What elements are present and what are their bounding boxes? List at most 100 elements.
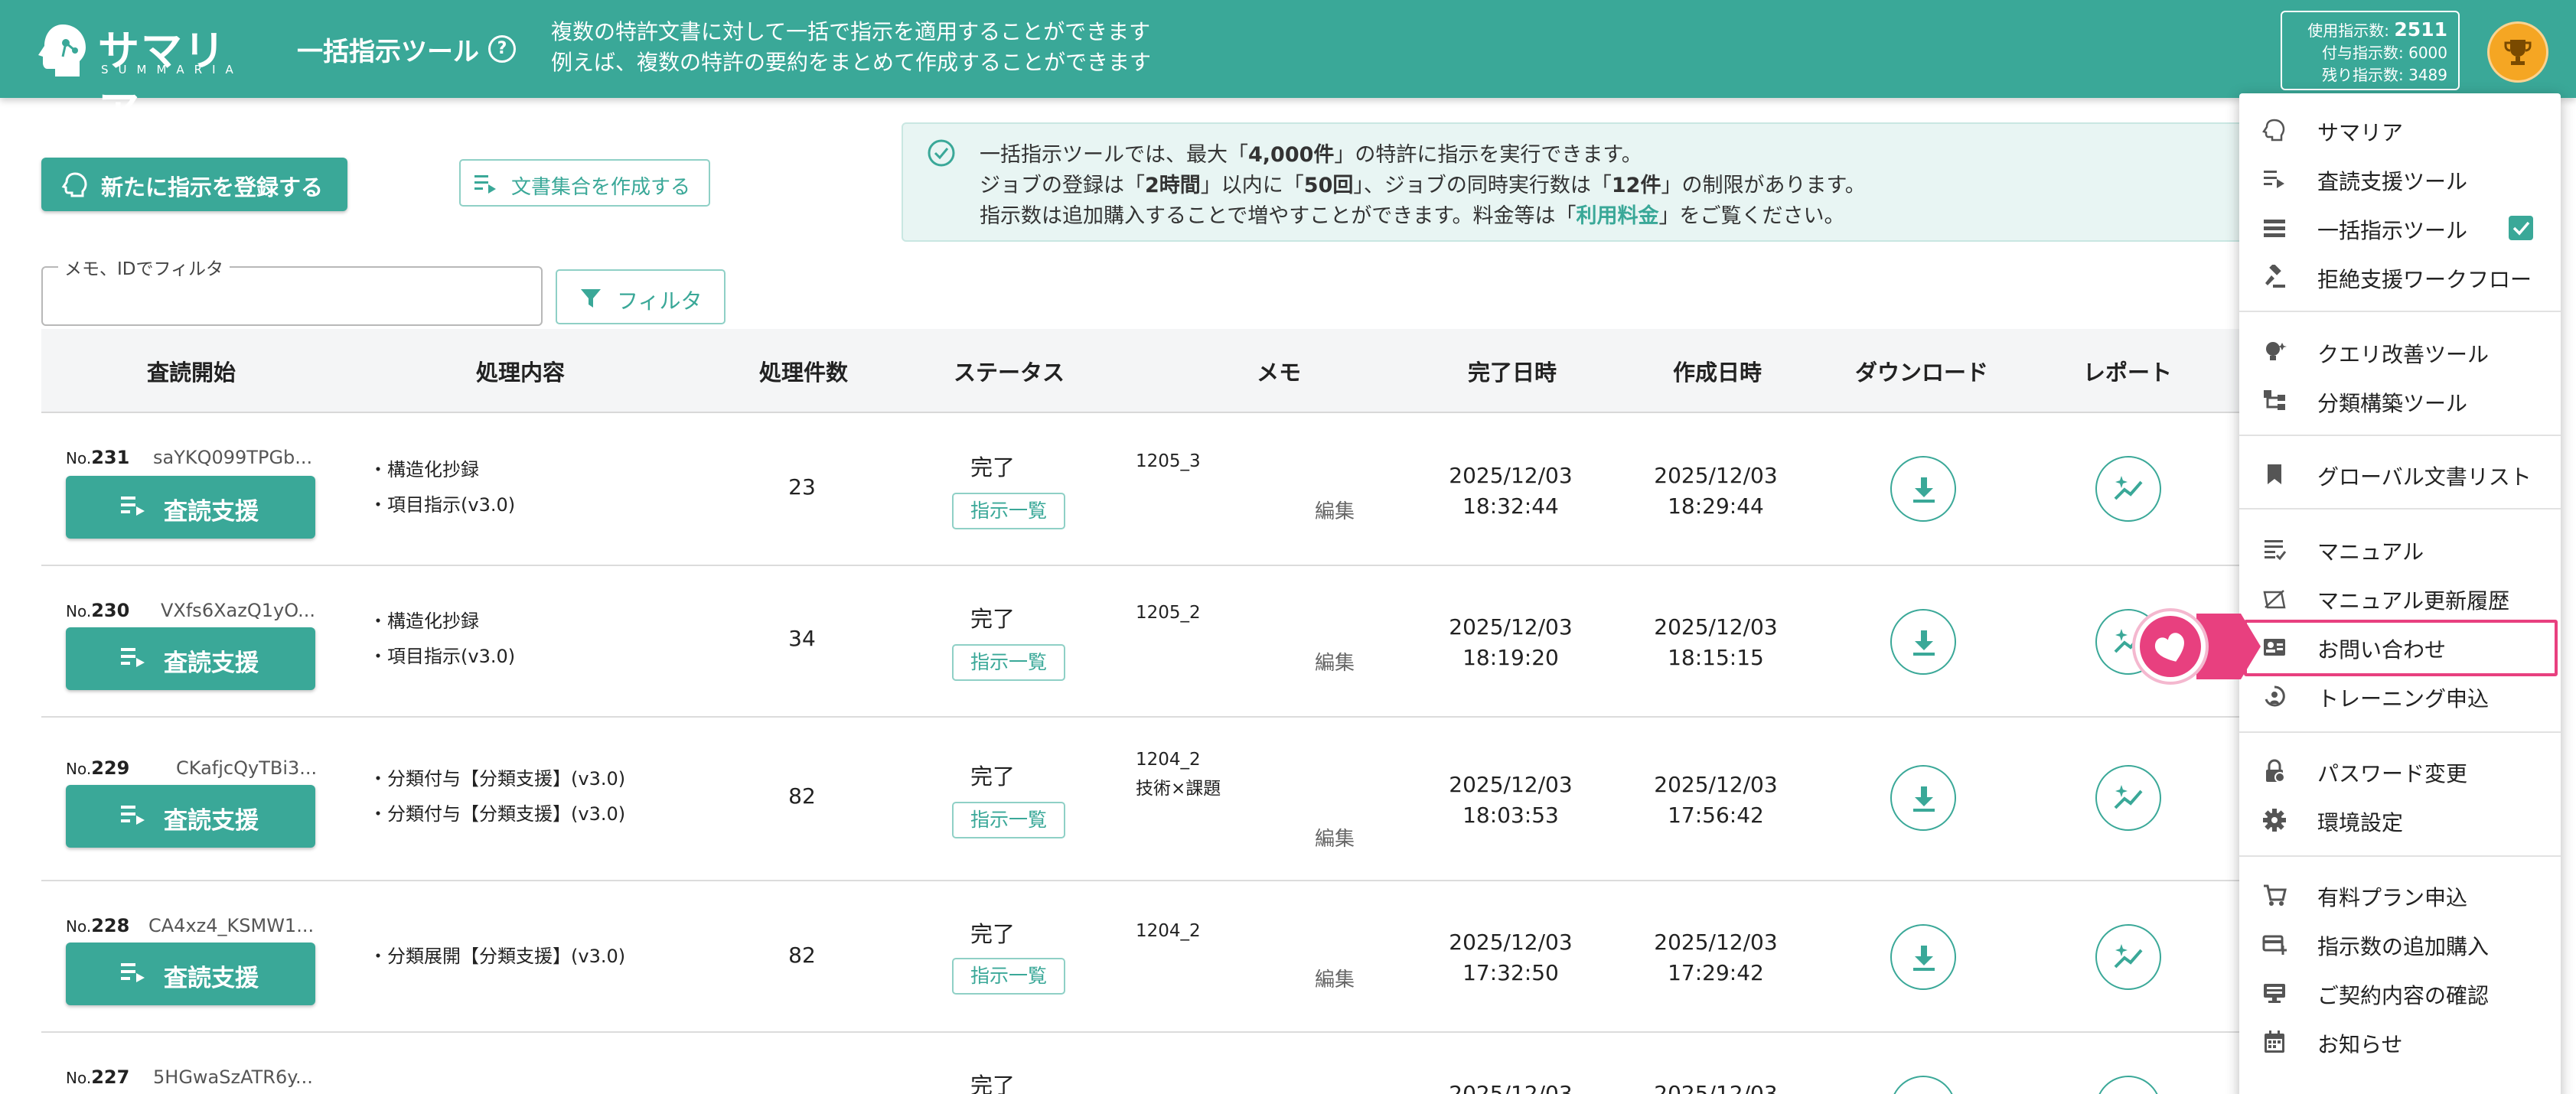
completed-datetime: 2025/12/03 18:19:20 — [1449, 614, 1573, 670]
filter-button-label: フィルタ — [617, 288, 703, 314]
process-count: 82 — [788, 783, 816, 809]
memo-edit-link[interactable]: 編集 — [1315, 823, 1355, 851]
menu-item-query-improvement[interactable]: クエリ改善ツール — [2239, 327, 2561, 376]
instruction-list-button[interactable]: 指示一覧 — [952, 493, 1065, 529]
menu-divider — [2239, 731, 2561, 733]
logo-text-en: SUMMARIA — [101, 63, 243, 77]
calendar-icon — [2265, 1031, 2284, 1053]
download-button[interactable] — [1890, 456, 1956, 522]
summaria-head-icon — [2262, 119, 2285, 142]
menu-divider — [2239, 311, 2561, 312]
create-collection-button[interactable]: 文書集合を作成する — [459, 159, 710, 207]
download-icon — [1913, 477, 1935, 503]
add-card-icon — [2262, 935, 2287, 955]
menu-item-add-instructions[interactable]: 指示数の追加購入 — [2239, 920, 2561, 969]
review-support-label: 査読支援 — [164, 650, 259, 677]
trophy-icon — [2504, 40, 2532, 65]
menu-item-change-password[interactable]: パスワード変更 — [2239, 747, 2561, 796]
report-button[interactable] — [2095, 924, 2161, 990]
download-button[interactable] — [1890, 609, 1956, 675]
process-item: ・分類展開【分類支援】(v3.0) — [369, 946, 626, 967]
menu-item-training[interactable]: トレーニング申込 — [2239, 672, 2561, 721]
memo-id-filter-field[interactable]: メモ、IDでフィルタ — [41, 254, 543, 326]
menu-item-manual-history[interactable]: マニュアル更新履歴 — [2239, 574, 2561, 623]
playlist-icon — [474, 175, 496, 194]
memo-edit-link[interactable]: 編集 — [1315, 496, 1355, 524]
status-text: 完了 — [970, 606, 1015, 632]
completed-datetime: 2025/12/03 17:32:50 — [1449, 930, 1573, 985]
history-icon — [2263, 590, 2286, 609]
help-circle-icon[interactable]: ? — [488, 35, 516, 63]
row-number: No.228 — [66, 915, 130, 936]
review-support-button[interactable]: 査読支援 — [66, 943, 315, 1005]
status-text: 完了 — [970, 1073, 1015, 1094]
download-button[interactable] — [1890, 765, 1956, 831]
download-button[interactable] — [1890, 924, 1956, 990]
process-item: ・分類付与【分類支援】(v3.0) — [369, 803, 626, 825]
process-item: ・構造化抄録 — [369, 610, 479, 632]
menu-item-paid-plan[interactable]: 有料プラン申込 — [2239, 871, 2561, 920]
menu-item-bulk-instruction[interactable]: 一括指示ツール — [2239, 203, 2561, 252]
review-support-button[interactable]: 査読支援 — [66, 785, 315, 848]
completed-datetime: 2025/12/03 — [1449, 1081, 1573, 1094]
menu-item-contract-details[interactable]: ご契約内容の確認 — [2239, 969, 2561, 1017]
download-button[interactable] — [1890, 1076, 1956, 1094]
review-support-label: 査読支援 — [164, 807, 259, 835]
menu-divider — [2239, 435, 2561, 436]
logo-text-jp: サマリア — [98, 27, 227, 135]
playlist-icon — [121, 497, 145, 516]
memo-edit-link[interactable]: 編集 — [1315, 964, 1355, 992]
process-item: ・分類付与【分類支援】(v3.0) — [369, 768, 626, 790]
completed-datetime: 2025/12/03 18:32:44 — [1449, 463, 1573, 519]
monitor-icon — [2264, 984, 2285, 1003]
instruction-list-button[interactable]: 指示一覧 — [952, 644, 1065, 681]
created-datetime: 2025/12/03 — [1654, 1081, 1778, 1094]
table-row: No.230 VXfs6XazQ1yO... 査読支援 ・構造化抄録 ・項目指示… — [41, 566, 2261, 718]
process-count: 23 — [788, 474, 816, 500]
account-avatar-button[interactable] — [2487, 21, 2548, 83]
checklist-icon — [2265, 540, 2287, 561]
report-button[interactable] — [2095, 456, 2161, 522]
memo-edit-link[interactable]: 編集 — [1315, 647, 1355, 676]
filter-button[interactable]: フィルタ — [556, 269, 726, 324]
col-review-start: 査読開始 — [147, 360, 236, 386]
sparkle-chart-icon — [2114, 476, 2143, 500]
app-logo[interactable]: サマリア SUMMARIA — [32, 17, 262, 135]
report-button[interactable] — [2095, 1076, 2161, 1094]
menu-item-settings[interactable]: 環境設定 — [2239, 796, 2561, 845]
row-id: 5HGwaSzATR6y... — [153, 1066, 313, 1088]
bookmark-icon — [2268, 464, 2281, 484]
sparkle-chart-icon — [2114, 944, 2143, 969]
page-title: 一括指示ツール — [297, 37, 479, 67]
report-button[interactable] — [2095, 765, 2161, 831]
menu-item-review-support[interactable]: 査読支援ツール — [2239, 155, 2561, 203]
sparkle-chart-icon — [2114, 785, 2143, 809]
instruction-list-button[interactable]: 指示一覧 — [952, 802, 1065, 838]
table-row: No.227 5HGwaSzATR6y... 完了 2025/12/03 202… — [41, 1033, 2261, 1094]
memo-text: 1204_2 — [1136, 921, 1201, 941]
menu-item-summaria[interactable]: サマリア — [2239, 106, 2561, 155]
memo-text: 1204_2 技術×課題 — [1136, 750, 1221, 799]
row-id: saYKQ099TPGb... — [153, 447, 313, 468]
instruction-list-button[interactable]: 指示一覧 — [952, 958, 1065, 995]
menu-item-rejection-workflow[interactable]: 拒絶支援ワークフロー — [2239, 252, 2561, 301]
new-instruction-label: 新たに指示を登録する — [101, 174, 324, 200]
funnel-icon — [581, 289, 601, 308]
menu-item-manual[interactable]: マニュアル — [2239, 525, 2561, 574]
pricing-link[interactable]: 利用料金 — [1577, 204, 1659, 228]
summaria-head-icon — [61, 172, 87, 197]
review-support-button[interactable]: 査読支援 — [66, 627, 315, 690]
menu-divider — [2239, 508, 2561, 510]
menu-item-classification-builder[interactable]: 分類構築ツール — [2239, 376, 2561, 425]
list-icon — [2264, 220, 2285, 237]
review-support-button[interactable]: 査読支援 — [66, 476, 315, 539]
review-support-label: 査読支援 — [164, 965, 259, 992]
menu-item-notices[interactable]: お知らせ — [2239, 1017, 2561, 1066]
new-instruction-button[interactable]: 新たに指示を登録する — [41, 158, 347, 211]
menu-item-global-doc-list[interactable]: グローバル文書リスト — [2239, 450, 2561, 499]
filter-field-label: メモ、IDでフィルタ — [58, 254, 230, 280]
status-text: 完了 — [970, 764, 1015, 790]
row-id: VXfs6XazQ1yO... — [161, 600, 315, 621]
info-notice: 一括指示ツールでは、最大「4,000件」の特許に指示を実行できます。 ジョブの登… — [902, 122, 2248, 242]
app-header: サマリア SUMMARIA 一括指示ツール ? 複数の特許文書に対して一括で指示… — [0, 0, 2576, 135]
